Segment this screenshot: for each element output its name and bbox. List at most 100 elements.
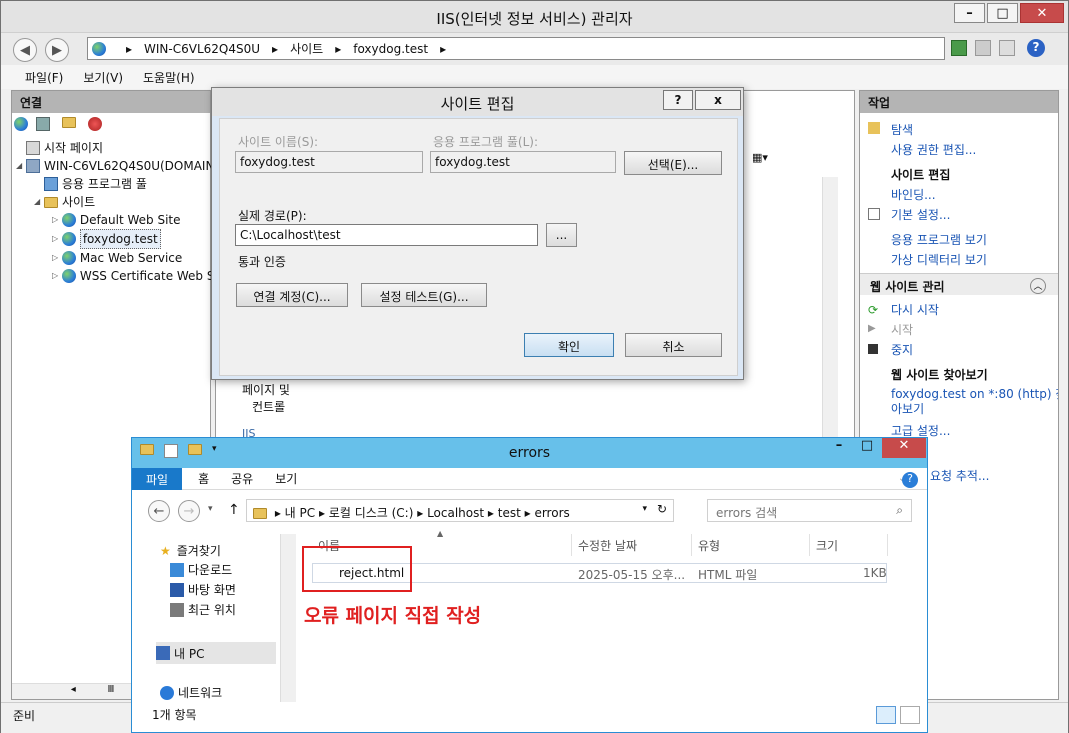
- nav-network[interactable]: 네트워크: [160, 684, 222, 701]
- nav-scrollbar[interactable]: [280, 534, 296, 702]
- connections-toolbar: [14, 117, 102, 131]
- maximize-button[interactable]: □: [987, 3, 1018, 23]
- ribbon-tab-share[interactable]: 공유: [231, 470, 253, 487]
- explorer-maximize[interactable]: □: [853, 438, 881, 458]
- large-icons-view-icon[interactable]: [900, 706, 920, 724]
- explorer-minimize[interactable]: –: [825, 438, 853, 458]
- highlight-box: [302, 546, 412, 592]
- address-seg-server[interactable]: WIN-C6VL62Q4S0U: [144, 42, 260, 56]
- connections-header: 연결: [12, 91, 210, 113]
- close-button[interactable]: ✕: [1020, 3, 1064, 23]
- refresh-icon[interactable]: ↻: [657, 502, 667, 516]
- menu-view[interactable]: 보기(V): [83, 69, 123, 86]
- action-bindings[interactable]: 바인딩...: [891, 186, 936, 203]
- action-failed-request[interactable]: 요청 추적...: [930, 467, 989, 484]
- sites-folder-icon: [44, 196, 58, 208]
- center-controls-label: 컨트롤: [252, 400, 286, 414]
- details-view-icon[interactable]: [876, 706, 896, 724]
- select-pool-button[interactable]: 선택(E)...: [624, 151, 722, 175]
- explorer-ribbon: 파일 홈 공유 보기 ⌄ ?: [132, 467, 927, 490]
- test-settings-button[interactable]: 설정 테스트(G)...: [361, 283, 487, 307]
- view-icon[interactable]: ▦▾: [752, 151, 780, 169]
- action-restart[interactable]: 다시 시작: [891, 301, 939, 318]
- site-globe-icon: [62, 213, 76, 227]
- address-seg-site[interactable]: foxydog.test: [353, 42, 428, 56]
- help-icon[interactable]: ?: [1027, 39, 1045, 57]
- address-seg-sites[interactable]: 사이트: [290, 40, 323, 57]
- ribbon-tab-home[interactable]: 홈: [198, 470, 209, 487]
- nav-desktop[interactable]: 바탕 화면: [170, 581, 236, 598]
- cancel-button[interactable]: 취소: [625, 333, 722, 357]
- explorer-back-icon[interactable]: ←: [148, 500, 170, 522]
- nav-favorites[interactable]: ★ 즐겨찾기: [160, 542, 221, 559]
- column-date[interactable]: 수정한 날짜: [572, 534, 692, 556]
- file-date: 2025-05-15 오후...: [578, 568, 686, 582]
- menu-file[interactable]: 파일(F): [25, 69, 63, 86]
- stop-icon[interactable]: [975, 40, 991, 56]
- annotation-text: 오류 페이지 직접 작성: [304, 605, 482, 627]
- folder-icon: [253, 508, 267, 519]
- explorer-forward-icon[interactable]: →: [178, 500, 200, 522]
- up-icon[interactable]: [62, 117, 76, 128]
- center-scroll-top[interactable]: [822, 177, 838, 437]
- edit-site-dialog: 사이트 편집 ? x 사이트 이름(S): foxydog.test 응용 프로…: [211, 87, 744, 380]
- connect-icon[interactable]: [14, 117, 28, 131]
- browse-path-button[interactable]: ...: [546, 223, 577, 247]
- disconnect-icon[interactable]: [88, 117, 102, 131]
- physical-path-input[interactable]: C:\Localhost\test: [235, 224, 538, 246]
- menu-help[interactable]: 도움말(H): [143, 69, 195, 86]
- forward-icon[interactable]: ▶: [45, 38, 69, 62]
- action-edit-permissions[interactable]: 사용 권한 편집...: [891, 141, 976, 158]
- action-view-vdirs[interactable]: 가상 디렉터리 보기: [891, 251, 987, 268]
- column-type[interactable]: 유형: [692, 534, 810, 556]
- start-icon: ▶: [868, 323, 876, 334]
- tree-server[interactable]: ◢ WIN-C6VL62Q4S0U(DOMAIN: [12, 157, 214, 175]
- action-view-apps[interactable]: 응용 프로그램 보기: [891, 231, 987, 248]
- tree-site-default[interactable]: ▷ Default Web Site: [12, 211, 214, 229]
- nav-recent[interactable]: 최근 위치: [170, 601, 236, 618]
- action-explore[interactable]: 탐색: [891, 121, 913, 138]
- ribbon-tab-view[interactable]: 보기: [275, 470, 297, 487]
- menu-bar: 파일(F) 보기(V) 도움말(H): [1, 65, 1068, 89]
- collapse-icon[interactable]: ︿: [1030, 278, 1046, 294]
- dialog-close-button[interactable]: x: [695, 90, 741, 110]
- action-stop[interactable]: 중지: [891, 341, 913, 358]
- connect-as-button[interactable]: 연결 계정(C)...: [236, 283, 348, 307]
- file-type: HTML 파일: [698, 568, 758, 582]
- action-browse-link-cont[interactable]: 아보기: [891, 400, 924, 417]
- tree-site-foxydog[interactable]: ▷ foxydog.test: [12, 229, 214, 249]
- minimize-button[interactable]: –: [954, 3, 985, 23]
- tree-site-mac[interactable]: ▷ Mac Web Service: [12, 249, 214, 267]
- recent-dropdown-icon[interactable]: ▾: [208, 504, 213, 514]
- ok-button[interactable]: 확인: [524, 333, 614, 357]
- dialog-help-button[interactable]: ?: [663, 90, 693, 110]
- status-text: 준비: [13, 709, 36, 723]
- address-bar[interactable]: ▸ WIN-C6VL62Q4S0U ▸ 사이트 ▸ foxydog.test ▸: [87, 37, 945, 60]
- nav-downloads[interactable]: 다운로드: [170, 561, 232, 578]
- manage-website-header: 웹 사이트 관리: [870, 280, 945, 294]
- explorer-status: 1개 항목: [152, 708, 197, 722]
- save-icon[interactable]: [36, 117, 50, 131]
- back-icon[interactable]: ◀: [13, 38, 37, 62]
- tree-start-page[interactable]: 시작 페이지: [12, 139, 214, 157]
- server-icon: [26, 159, 40, 173]
- nav-mypc[interactable]: 내 PC: [156, 642, 276, 664]
- iis-title: IIS(인터넷 정보 서비스) 관리자: [436, 10, 633, 28]
- ribbon-tab-file[interactable]: 파일: [132, 467, 183, 490]
- sort-arrow-icon: ▲: [437, 529, 444, 538]
- tree-site-wss[interactable]: ▷ WSS Certificate Web S: [12, 267, 214, 285]
- tree-sites[interactable]: ◢ 사이트: [12, 193, 214, 211]
- home-icon[interactable]: [999, 40, 1015, 56]
- tree-app-pools[interactable]: 응용 프로그램 풀: [12, 175, 214, 193]
- physical-path-label: 실제 경로(P):: [238, 209, 307, 223]
- restart-icon: ⟳: [868, 303, 879, 317]
- refresh-icon[interactable]: [951, 40, 967, 56]
- explorer-help-icon[interactable]: ?: [902, 472, 918, 488]
- explorer-address-bar[interactable]: ▸ 내 PC ▸ 로컬 디스크 (C:) ▸ Localhost ▸ test …: [246, 499, 674, 522]
- action-basic-settings[interactable]: 기본 설정...: [891, 206, 950, 223]
- explorer-title: errors: [508, 445, 551, 461]
- up-arrow-icon[interactable]: ↑: [228, 502, 240, 518]
- explorer-search-input[interactable]: errors 검색 ⌕: [707, 499, 912, 522]
- explorer-close[interactable]: ✕: [882, 438, 926, 458]
- column-size[interactable]: 크기: [810, 534, 888, 556]
